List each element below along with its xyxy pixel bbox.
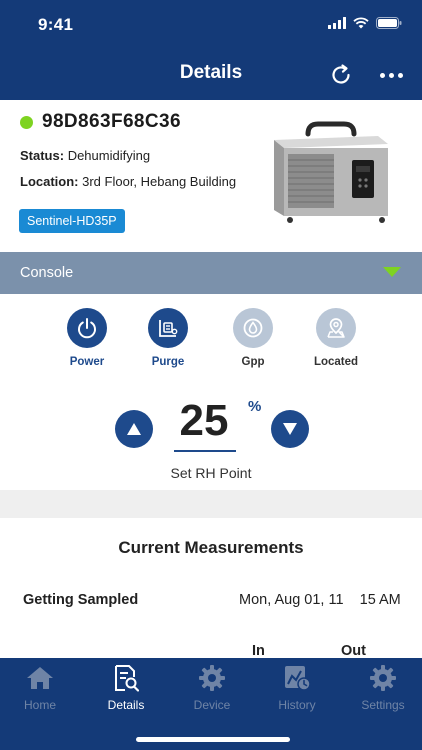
signal-icon	[328, 17, 346, 29]
tab-home-label: Home	[23, 698, 56, 712]
located-label: Located	[313, 356, 359, 368]
app-header: 9:41 Details	[0, 0, 422, 100]
battery-icon	[376, 17, 402, 29]
located-control[interactable]: Located	[296, 308, 376, 372]
refresh-icon	[332, 64, 350, 84]
section-divider	[0, 490, 422, 518]
home-icon	[27, 667, 53, 689]
refresh-button[interactable]	[328, 62, 354, 88]
rh-caption: Set RH Point	[170, 465, 252, 481]
wifi-icon	[353, 17, 369, 29]
gpp-control[interactable]: Gpp	[213, 308, 293, 372]
tab-device[interactable]: Device	[176, 664, 248, 712]
sampled-label: Getting Sampled	[23, 592, 139, 608]
location-icon	[316, 308, 356, 348]
status-bar: 9:41	[0, 0, 422, 50]
rh-increase-button[interactable]	[115, 410, 153, 448]
device-status-line: Status: Dehumidifying	[20, 148, 150, 163]
purge-label: Purge	[151, 356, 185, 368]
console-collapse-arrow-icon[interactable]	[383, 267, 401, 277]
tab-history[interactable]: History	[261, 664, 333, 712]
location-label: Location:	[20, 174, 79, 189]
gpp-icon	[233, 308, 273, 348]
gpp-label: Gpp	[241, 356, 265, 368]
tab-history-label: History	[278, 698, 316, 712]
rh-unit: %	[248, 398, 262, 415]
more-dot-icon	[398, 72, 403, 78]
rh-decrease-button[interactable]	[271, 410, 309, 448]
status-time: 9:41	[38, 15, 74, 34]
rh-setpoint-value[interactable]: 25	[172, 396, 236, 446]
settings-gear-icon	[370, 665, 396, 691]
column-out-header: Out	[341, 643, 366, 659]
arrow-down-icon	[283, 423, 297, 435]
arrow-up-icon	[127, 423, 141, 435]
status-label: Status:	[20, 148, 65, 163]
tab-details-label: Details	[107, 698, 145, 712]
model-badge: Sentinel-HD35P	[19, 209, 125, 233]
tab-device-label: Device	[193, 698, 231, 712]
tab-details[interactable]: Details	[90, 664, 162, 712]
tab-settings[interactable]: Settings	[347, 664, 419, 712]
purge-icon	[148, 308, 188, 348]
home-indicator[interactable]	[136, 737, 290, 742]
purge-control[interactable]: Purge	[128, 308, 208, 372]
device-id: 98D863F68C36	[42, 111, 181, 132]
sampled-timestamp: Mon, Aug 01, 11 15 AM	[239, 592, 401, 608]
page-title: Details	[179, 62, 243, 83]
location-value: 3rd Floor, Hebang Building	[82, 174, 237, 189]
online-status-dot	[20, 116, 33, 129]
rh-value-underline	[174, 450, 236, 452]
power-label: Power	[69, 356, 105, 368]
power-control[interactable]: Power	[47, 308, 127, 372]
column-in-header: In	[252, 643, 265, 659]
device-gear-icon	[199, 665, 225, 691]
tab-settings-label: Settings	[361, 698, 405, 712]
measurements-title: Current Measurements	[118, 538, 304, 557]
details-icon	[115, 665, 139, 692]
dehumidifier-image	[274, 121, 388, 223]
status-value: Dehumidifying	[67, 148, 151, 163]
history-icon	[285, 666, 311, 691]
console-label: Console	[20, 265, 74, 281]
more-dot-icon	[380, 72, 385, 78]
status-icons	[328, 17, 402, 29]
more-dot-icon	[389, 72, 394, 78]
tab-home[interactable]: Home	[4, 664, 76, 712]
power-icon	[67, 308, 107, 348]
device-location-line: Location: 3rd Floor, Hebang Building	[20, 174, 236, 189]
more-options-button[interactable]	[380, 70, 406, 80]
